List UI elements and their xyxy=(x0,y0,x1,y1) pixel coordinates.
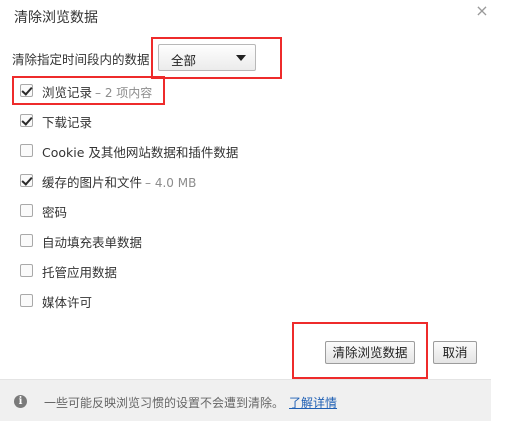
checkbox[interactable] xyxy=(20,144,33,157)
checkbox[interactable] xyxy=(20,204,33,217)
checkbox[interactable] xyxy=(20,174,33,187)
dropdown-arrow-icon xyxy=(236,55,246,61)
checkbox[interactable] xyxy=(20,234,33,247)
checkbox[interactable] xyxy=(20,114,33,127)
info-icon: i xyxy=(14,395,27,408)
option-label: 浏览记录 xyxy=(42,85,93,100)
time-range-label: 清除指定时间段内的数据 xyxy=(12,52,150,67)
time-range-select[interactable]: 全部 xyxy=(158,44,256,71)
option-label: 密码 xyxy=(42,205,68,220)
dialog-footer: i 一些可能反映浏览习惯的设置不会遭到清除。 了解详情 xyxy=(0,379,491,421)
checkbox[interactable] xyxy=(20,294,33,307)
clear-browsing-data-dialog: 清除浏览数据 × 清除指定时间段内的数据 全部 浏览记录 – 2 项内容 下载记录… xyxy=(0,0,491,421)
option-meta: – 2 项内容 xyxy=(95,86,153,100)
option-label: 缓存的图片和文件 xyxy=(42,175,143,190)
option-label: 托管应用数据 xyxy=(42,265,118,280)
clear-data-button[interactable]: 清除浏览数据 xyxy=(325,341,415,364)
dialog-title: 清除浏览数据 xyxy=(14,10,98,26)
footer-note: 一些可能反映浏览习惯的设置不会遭到清除。 xyxy=(44,396,285,410)
option-label: 自动填充表单数据 xyxy=(42,235,143,250)
close-icon[interactable]: × xyxy=(474,2,490,20)
option-label: 下载记录 xyxy=(42,115,93,130)
learn-more-link[interactable]: 了解详情 xyxy=(289,394,337,411)
option-label: Cookie 及其他网站数据和插件数据 xyxy=(42,145,239,160)
checkbox[interactable] xyxy=(20,84,33,97)
cancel-button[interactable]: 取消 xyxy=(433,341,477,364)
option-label: 媒体许可 xyxy=(42,295,93,310)
checkbox[interactable] xyxy=(20,264,33,277)
time-range-value: 全部 xyxy=(171,53,197,68)
option-meta: – 4.0 MB xyxy=(145,176,197,190)
